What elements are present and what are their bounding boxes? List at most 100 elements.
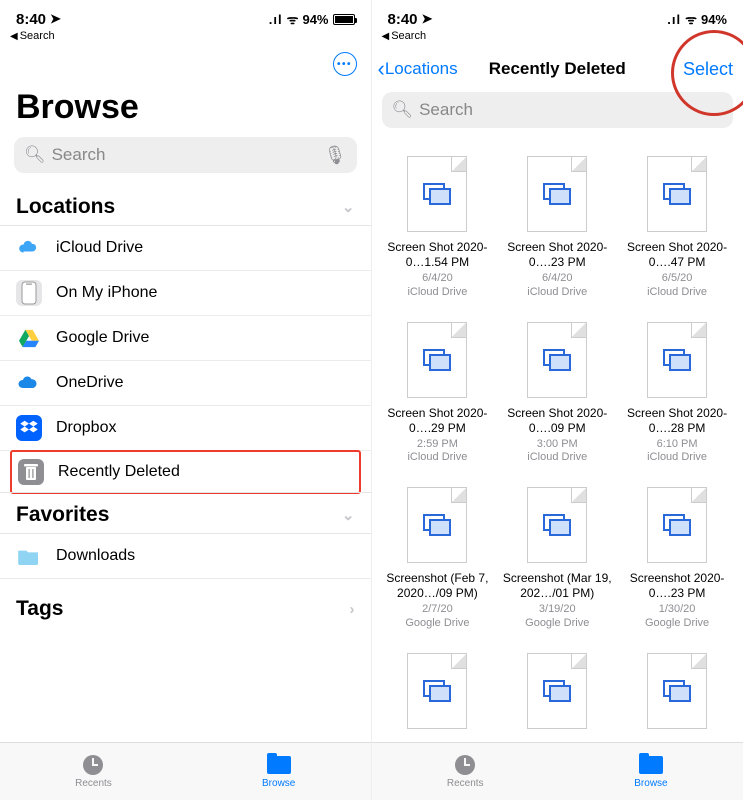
file-item[interactable]: [501, 653, 613, 739]
tab-browse[interactable]: Browse: [634, 754, 667, 789]
location-label: Recently Deleted: [58, 463, 180, 481]
status-time: 8:40: [388, 11, 418, 28]
favorite-row-downloads[interactable]: Downloads: [0, 534, 371, 579]
locations-list: iCloud Drive On My iPhone Google Drive OneD…: [0, 226, 371, 493]
file-name: Screenshot (Feb 7, 2020…/09 PM): [382, 571, 492, 601]
file-source: iCloud Drive: [527, 286, 587, 300]
trash-icon: [18, 459, 44, 485]
file-item[interactable]: Screenshot 2020-0….23 PM 1/30/20 Google …: [621, 487, 733, 631]
file-thumbnail-icon: [647, 653, 707, 729]
location-row-dropbox[interactable]: Dropbox: [0, 406, 371, 451]
folder-icon: [267, 756, 291, 774]
file-date: 6/4/20: [422, 272, 453, 286]
status-right: .ıl ᯤ 94%: [269, 10, 355, 28]
file-thumbnail-icon: [647, 156, 707, 232]
file-item[interactable]: Screen Shot 2020-0….28 PM 6:10 PM iCloud…: [621, 322, 733, 466]
file-source: iCloud Drive: [407, 286, 467, 300]
tab-browse-label: Browse: [634, 778, 667, 789]
chevron-left-icon: ‹: [378, 56, 385, 82]
locations-header[interactable]: Locations ⌄: [0, 185, 371, 226]
battery-icon: [333, 14, 355, 25]
file-source: Google Drive: [405, 617, 469, 631]
file-date: 3/19/20: [539, 603, 576, 617]
status-right: .ıl ᯤ 94%: [667, 10, 727, 28]
tab-recents[interactable]: Recents: [75, 754, 112, 789]
locations-title: Locations: [16, 195, 115, 219]
file-item[interactable]: Screen Shot 2020-0…1.54 PM 6/4/20 iCloud…: [382, 156, 494, 300]
file-item[interactable]: Screen Shot 2020-0….29 PM 2:59 PM iCloud…: [382, 322, 494, 466]
clock-icon: [455, 755, 475, 775]
signal-icon: .ıl: [667, 12, 681, 27]
search-input[interactable]: 🔍︎ Search 🎙︎: [14, 137, 357, 173]
battery-percent: 94%: [701, 12, 727, 27]
file-item[interactable]: Screenshot (Feb 7, 2020…/09 PM) 2/7/20 G…: [382, 487, 494, 631]
file-date: 2:59 PM: [417, 438, 458, 452]
tab-recents-label: Recents: [75, 778, 112, 789]
file-thumbnail-icon: [407, 156, 467, 232]
chevron-right-icon: ›: [350, 601, 355, 618]
tab-browse[interactable]: Browse: [262, 754, 295, 789]
back-locations-label: Locations: [385, 59, 458, 79]
location-label: On My iPhone: [56, 284, 157, 302]
file-name: Screenshot (Mar 19, 202…/01 PM): [502, 571, 612, 601]
status-time: 8:40: [16, 11, 46, 28]
file-thumbnail-icon: [527, 156, 587, 232]
more-options-button[interactable]: •••: [333, 52, 357, 76]
tab-recents-label: Recents: [447, 778, 484, 789]
status-bar: 8:40 ➤ .ıl ᯤ 94%: [372, 0, 743, 30]
file-source: Google Drive: [525, 617, 589, 631]
file-name: Screen Shot 2020-0….23 PM: [502, 240, 612, 270]
file-thumbnail-icon: [527, 322, 587, 398]
location-icon: ➤: [422, 11, 433, 27]
browse-screen: 8:40 ➤ .ıl ᯤ 94% ◀ Search ••• Browse 🔍︎ …: [0, 0, 372, 800]
file-name: Screen Shot 2020-0….28 PM: [622, 406, 732, 436]
file-thumbnail-icon: [407, 653, 467, 729]
file-item[interactable]: [382, 653, 494, 739]
location-label: OneDrive: [56, 374, 124, 392]
chevron-down-icon: ⌄: [342, 506, 355, 524]
tab-recents[interactable]: Recents: [447, 754, 484, 789]
file-item[interactable]: Screen Shot 2020-0….09 PM 3:00 PM iCloud…: [501, 322, 613, 466]
file-name: Screen Shot 2020-0….09 PM: [502, 406, 612, 436]
location-row-cloud[interactable]: iCloud Drive: [0, 226, 371, 271]
file-name: Screenshot 2020-0….23 PM: [622, 571, 732, 601]
file-item[interactable]: Screen Shot 2020-0….47 PM 6/5/20 iCloud …: [621, 156, 733, 300]
battery-percent: 94%: [302, 12, 328, 27]
back-label: Search: [20, 30, 55, 42]
file-item[interactable]: Screenshot (Mar 19, 202…/01 PM) 3/19/20 …: [501, 487, 613, 631]
nav-bar: ‹ Locations Recently Deleted Select: [372, 48, 743, 88]
search-icon: 🔍︎: [24, 145, 46, 165]
file-source: iCloud Drive: [647, 286, 707, 300]
back-triangle-icon: ◀: [382, 31, 390, 42]
file-date: 2/7/20: [422, 603, 453, 617]
select-button[interactable]: Select: [683, 59, 733, 80]
location-row-onedrive[interactable]: OneDrive: [0, 361, 371, 406]
location-row-gdrive[interactable]: Google Drive: [0, 316, 371, 361]
file-date: 6/4/20: [542, 272, 573, 286]
gdrive-icon: [16, 325, 42, 351]
file-item[interactable]: Screen Shot 2020-0….23 PM 6/4/20 iCloud …: [501, 156, 613, 300]
file-thumbnail-icon: [527, 487, 587, 563]
back-locations-button[interactable]: ‹ Locations: [378, 56, 458, 82]
file-thumbnail-icon: [647, 322, 707, 398]
back-triangle-icon: ◀: [10, 31, 18, 42]
files-grid: Screen Shot 2020-0…1.54 PM 6/4/20 iCloud…: [372, 136, 743, 799]
favorites-header[interactable]: Favorites ⌄: [0, 492, 371, 534]
page-title: Browse: [0, 82, 371, 137]
location-label: Google Drive: [56, 329, 149, 347]
location-row-trash[interactable]: Recently Deleted: [10, 450, 361, 494]
location-row-phone[interactable]: On My iPhone: [0, 271, 371, 316]
favorites-list: Downloads: [0, 534, 371, 579]
recently-deleted-screen: 8:40 ➤ .ıl ᯤ 94% ◀ Search ‹ Locations Re…: [372, 0, 743, 800]
file-name: Screen Shot 2020-0….29 PM: [382, 406, 492, 436]
file-item[interactable]: [621, 653, 733, 739]
clock-icon: [83, 755, 103, 775]
favorites-title: Favorites: [16, 503, 109, 527]
file-date: 6/5/20: [662, 272, 693, 286]
file-name: Screen Shot 2020-0…1.54 PM: [382, 240, 492, 270]
back-to-search[interactable]: ◀ Search: [0, 30, 371, 48]
location-label: Dropbox: [56, 419, 116, 437]
dropbox-icon: [16, 415, 42, 441]
tags-header[interactable]: Tags ›: [0, 579, 371, 631]
mic-icon[interactable]: 🎙︎: [324, 145, 347, 166]
